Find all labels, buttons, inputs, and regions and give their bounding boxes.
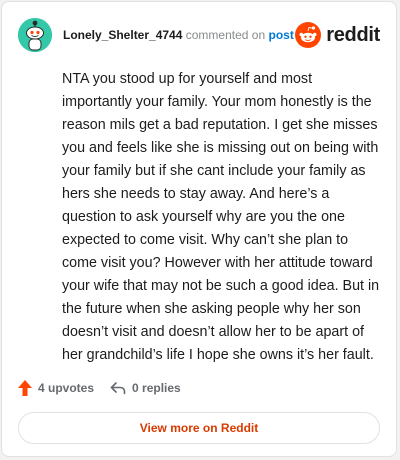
comment-body: NTA you stood up for yourself and most i… — [62, 71, 380, 363]
upvote-arrow-icon — [18, 380, 32, 396]
view-more-button[interactable]: View more on Reddit — [18, 412, 380, 444]
username[interactable]: Lonely_Shelter_4744 — [63, 28, 182, 42]
reddit-comment-card: Lonely_Shelter_4744 commented on post re… — [1, 1, 397, 457]
commented-on-text: commented on — [185, 28, 266, 42]
snoo-avatar-icon — [18, 18, 52, 52]
comment-header: Lonely_Shelter_4744 commented on post re… — [18, 18, 380, 52]
reddit-logo[interactable]: reddit — [295, 20, 380, 50]
reddit-wordmark: reddit — [326, 23, 380, 46]
comment-meta: Lonely_Shelter_4744 commented on post — [63, 27, 294, 43]
upvote-count: 4 upvotes — [38, 381, 95, 395]
upvote-button[interactable]: 4 upvotes — [18, 380, 94, 396]
reply-button[interactable]: 0 replies — [110, 381, 181, 395]
avatar[interactable] — [18, 18, 52, 52]
post-link[interactable]: post — [268, 28, 293, 42]
reply-arrow-icon — [110, 382, 126, 395]
reply-count: 0 replies — [132, 381, 181, 395]
comment-actions: 4 upvotes 0 replies — [18, 378, 197, 398]
reddit-snoo-icon — [295, 22, 322, 48]
